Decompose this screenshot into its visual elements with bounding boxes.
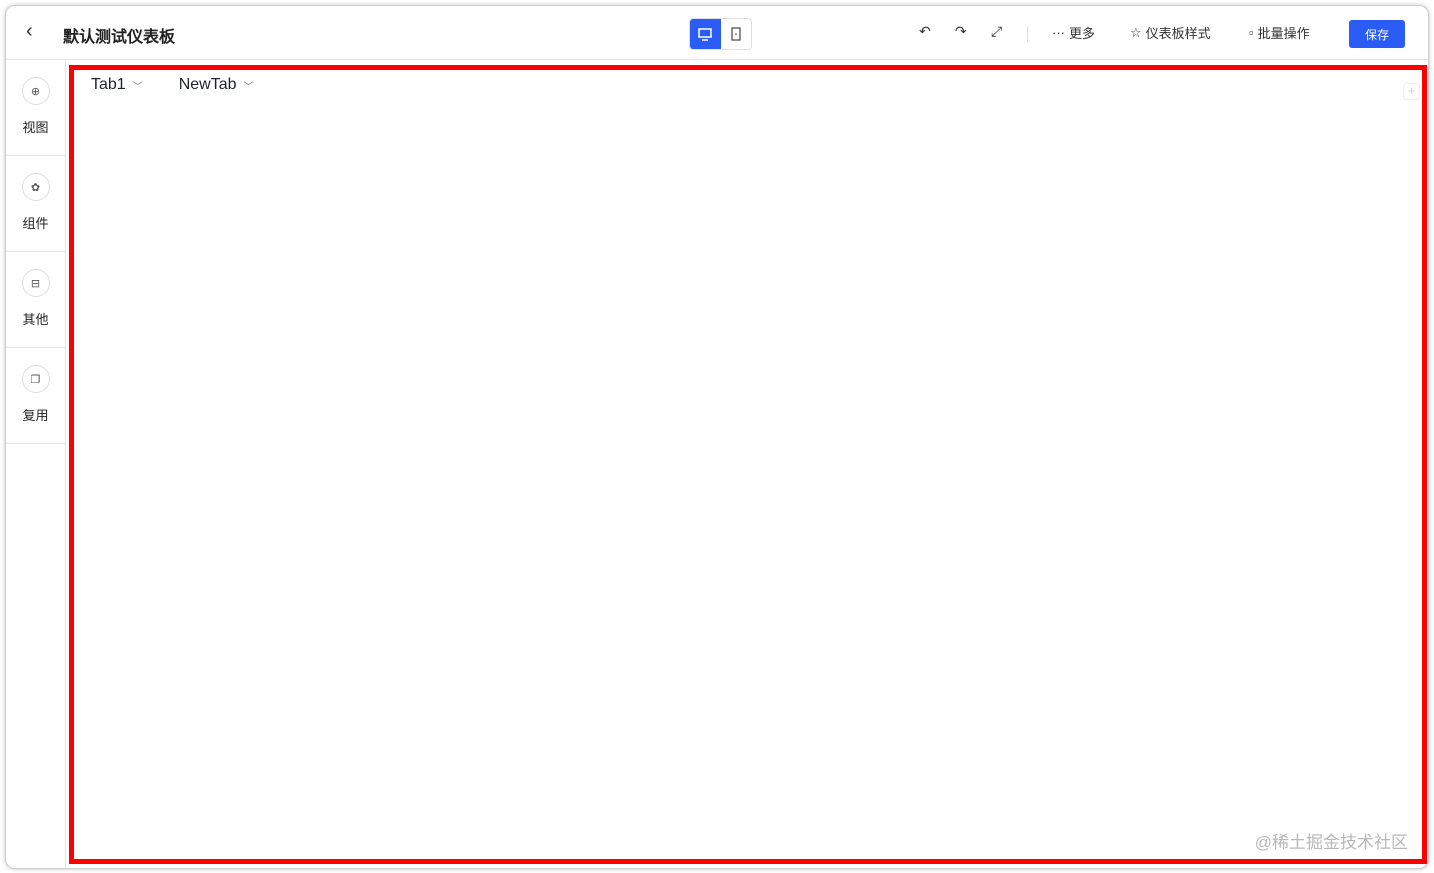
- redo-icon: ↷: [955, 23, 967, 40]
- phone-icon: [731, 27, 741, 41]
- desktop-view-button[interactable]: [690, 19, 721, 49]
- sidebar-item-component[interactable]: ✿ 组件: [6, 156, 65, 252]
- header: ‹ 默认测试仪表板 ↶ ↷ ⤢ ··· 更多 ☆仪表板样式 ▫ 批量操作 保存: [6, 6, 1428, 60]
- sidebar-item-view[interactable]: ⊕ 视图: [6, 60, 65, 156]
- fullscreen-button[interactable]: ⤢: [991, 23, 1002, 40]
- plus-circle-icon: ⊕: [22, 77, 50, 105]
- watermark: @稀土掘金技术社区: [1255, 828, 1408, 853]
- tab-label: Tab1: [91, 76, 126, 94]
- monitor-icon: [698, 28, 712, 41]
- sidebar-item-label: 视图: [22, 117, 48, 136]
- sidebar-item-label: 其他: [22, 309, 48, 328]
- copy-icon: ❐: [22, 365, 50, 393]
- undo-button[interactable]: ↶: [919, 23, 931, 40]
- more-button[interactable]: ··· 更多: [1052, 23, 1095, 42]
- more-label: 更多: [1069, 23, 1095, 42]
- tab-label: NewTab: [179, 76, 237, 94]
- magic-icon: ☆: [1130, 25, 1142, 41]
- chevron-down-icon[interactable]: ﹀: [133, 78, 143, 93]
- device-toggle: [689, 18, 752, 50]
- mobile-view-button[interactable]: [721, 19, 752, 49]
- dashboard-editor-window: ‹ 默认测试仪表板 ↶ ↷ ⤢ ··· 更多 ☆仪表板样式 ▫ 批量操作 保存 ⊕ 视…: [5, 5, 1429, 869]
- tab-tab1[interactable]: Tab1 ﹀: [91, 76, 143, 94]
- tab-newtab[interactable]: NewTab ﹀: [179, 76, 254, 94]
- sidebar-item-other[interactable]: ⊟ 其他: [6, 252, 65, 348]
- gear-icon: ✿: [22, 173, 50, 201]
- dashboard-style-button[interactable]: ☆仪表板样式: [1130, 23, 1211, 42]
- sidebar-item-label: 复用: [22, 405, 48, 424]
- batch-operation-label: 批量操作: [1258, 23, 1310, 42]
- back-button[interactable]: ‹: [26, 20, 33, 43]
- save-button[interactable]: 保存: [1349, 20, 1405, 48]
- page-title: 默认测试仪表板: [63, 23, 175, 47]
- ellipsis-icon: ···: [1052, 25, 1065, 40]
- sidebar-item-reuse[interactable]: ❐ 复用: [6, 348, 65, 444]
- undo-icon: ↶: [919, 23, 931, 40]
- widget-icon: ⊟: [22, 269, 50, 297]
- redo-button[interactable]: ↷: [955, 23, 967, 40]
- sidebar-item-label: 组件: [22, 213, 48, 232]
- add-tab-button[interactable]: +: [1403, 83, 1420, 100]
- divider: [1027, 26, 1028, 42]
- grid-icon: ▫: [1249, 25, 1254, 40]
- expand-icon: ⤢: [991, 23, 1002, 40]
- chevron-down-icon[interactable]: ﹀: [244, 78, 254, 93]
- sidebar: ⊕ 视图 ✿ 组件 ⊟ 其他 ❐ 复用: [6, 60, 66, 868]
- dashboard-style-label: 仪表板样式: [1146, 23, 1211, 42]
- dashboard-canvas[interactable]: Tab1 ﹀ NewTab ﹀ + @稀土掘金技术社区: [69, 65, 1427, 864]
- batch-operation-button[interactable]: ▫ 批量操作: [1249, 23, 1310, 42]
- tab-bar: Tab1 ﹀ NewTab ﹀: [91, 76, 254, 94]
